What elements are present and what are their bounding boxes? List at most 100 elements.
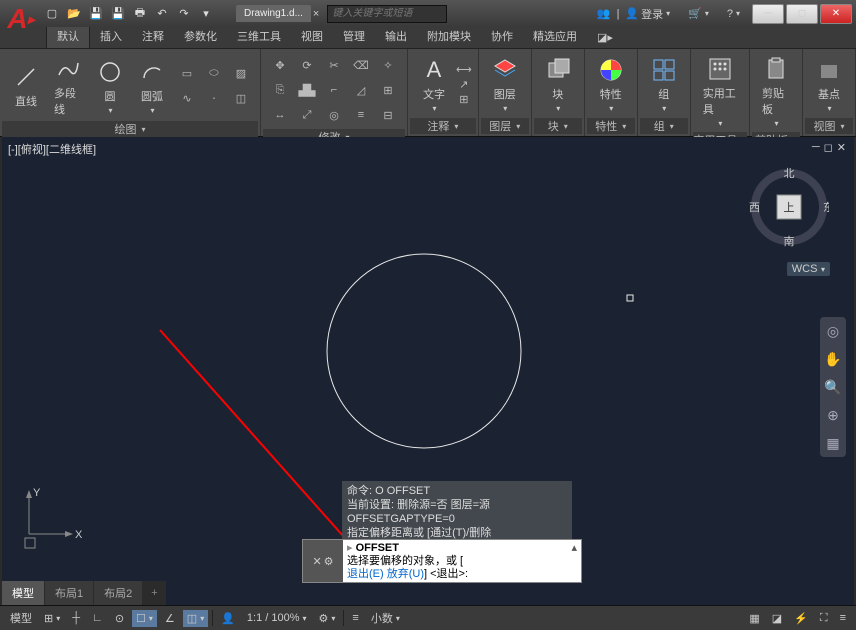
- layout-add-button[interactable]: +: [143, 583, 165, 603]
- grid-icon[interactable]: ⊞ ▾: [40, 610, 64, 627]
- zoom-icon[interactable]: 🔍: [823, 377, 843, 397]
- scale-display[interactable]: 1:1 / 100% ▾: [243, 610, 311, 626]
- utilities-button[interactable]: 实用工具▾: [697, 53, 743, 130]
- doc-tab-close-icon[interactable]: ×: [313, 8, 319, 20]
- quickprops-icon[interactable]: ▦: [745, 610, 763, 627]
- offset-icon[interactable]: ◎: [321, 103, 347, 127]
- fillet-icon[interactable]: ⌐: [321, 78, 347, 102]
- tab-output[interactable]: 输出: [375, 24, 417, 48]
- osnap-icon[interactable]: ☐ ▾: [132, 610, 157, 627]
- tab-collab[interactable]: 协作: [481, 24, 523, 48]
- app-logo[interactable]: A▸: [2, 0, 40, 38]
- new-icon[interactable]: ▢: [42, 4, 62, 24]
- tab-featured[interactable]: 精选应用: [523, 24, 587, 48]
- chamfer-icon[interactable]: ◿: [348, 78, 374, 102]
- ellipse-icon[interactable]: ⬭: [201, 62, 227, 86]
- cmd-option[interactable]: 放弃(U): [384, 568, 424, 580]
- tab-view[interactable]: 视图: [291, 24, 333, 48]
- maximize-button[interactable]: ◻: [786, 4, 818, 24]
- tab-addins[interactable]: 附加模块: [417, 24, 481, 48]
- tab-launcher-icon[interactable]: ◪▸: [587, 27, 623, 48]
- exchange-icon[interactable]: 🛒▾: [682, 5, 715, 22]
- spline-icon[interactable]: ∿: [174, 87, 200, 111]
- gear-icon[interactable]: ⚙ ▾: [315, 610, 340, 627]
- polar-icon[interactable]: ⊙: [111, 610, 128, 627]
- showmotion-icon[interactable]: ▦: [823, 433, 843, 453]
- copy-icon[interactable]: ⎘: [267, 78, 293, 102]
- plot-icon[interactable]: 🖶: [130, 4, 150, 24]
- orbit-icon[interactable]: ⊕: [823, 405, 843, 425]
- break-icon[interactable]: ⊟: [375, 103, 401, 127]
- layout-tab-2[interactable]: 布局2: [94, 581, 142, 605]
- table-icon[interactable]: ⊞: [456, 93, 472, 106]
- clipboard-button[interactable]: 剪贴板▾: [756, 53, 796, 130]
- cmd-expand-icon[interactable]: ▴: [571, 542, 577, 555]
- ortho-icon[interactable]: ∟: [88, 610, 107, 626]
- units-label[interactable]: 小数 ▾: [367, 608, 404, 628]
- text-button[interactable]: A文字▾: [414, 54, 454, 115]
- cmd-handle[interactable]: ✕⚙: [303, 540, 343, 582]
- rotate-icon[interactable]: ⟳: [294, 53, 320, 77]
- saveas-icon[interactable]: 💾: [108, 4, 128, 24]
- leader-icon[interactable]: ↗: [456, 78, 472, 91]
- wheel-icon[interactable]: ◎: [823, 321, 843, 341]
- block-button[interactable]: 块▾: [538, 54, 578, 115]
- array-icon[interactable]: ⊞: [375, 78, 401, 102]
- dim-linear-icon[interactable]: ⟷: [456, 63, 472, 76]
- minimize-button[interactable]: ─: [752, 4, 784, 24]
- cmd-config-icon[interactable]: ⚙: [324, 555, 334, 568]
- layout-tab-model[interactable]: 模型: [2, 581, 44, 605]
- group-button[interactable]: 组▾: [644, 54, 684, 115]
- redo-icon[interactable]: ↷: [174, 4, 194, 24]
- point-icon[interactable]: ⋅: [201, 87, 227, 111]
- erase-icon[interactable]: ⌫: [348, 53, 374, 77]
- polyline-button[interactable]: 多段线: [48, 53, 88, 119]
- cleanscreen-icon[interactable]: ⛶: [816, 610, 832, 627]
- tab-manage[interactable]: 管理: [333, 24, 375, 48]
- properties-button[interactable]: 特性▾: [591, 54, 631, 115]
- otrack-icon[interactable]: ∠: [161, 610, 179, 627]
- hatch-icon[interactable]: ▨: [228, 62, 254, 86]
- open-icon[interactable]: 📂: [64, 4, 84, 24]
- arc-button[interactable]: 圆弧▾: [132, 56, 172, 117]
- hardware-icon[interactable]: ⚡: [790, 610, 812, 627]
- snap-icon[interactable]: ┼: [68, 610, 84, 626]
- region-icon[interactable]: ◫: [228, 87, 254, 111]
- stretch-icon[interactable]: ↔: [267, 103, 293, 127]
- cmd-close-icon[interactable]: ✕: [312, 555, 321, 568]
- document-tab[interactable]: Drawing1.d...: [236, 5, 311, 22]
- command-line[interactable]: ✕⚙ ▸ OFFSET 选择要偏移的对象，或 [ 退出(E) 放弃(U)] <退…: [302, 539, 582, 583]
- isolate-icon[interactable]: ◪: [768, 610, 786, 627]
- customize-icon[interactable]: ≡: [836, 610, 850, 626]
- signin-button[interactable]: 👥|👤 登录 ▾: [591, 4, 676, 24]
- drawing-canvas[interactable]: [-][俯视][二维线框] ─ ◻ ✕ YX 北 南 东 西 上 WCS ▾ ◎…: [2, 137, 854, 605]
- cmd-option[interactable]: 退出(E): [347, 568, 384, 580]
- wcs-badge[interactable]: WCS ▾: [787, 262, 830, 276]
- pan-icon[interactable]: ✋: [823, 349, 843, 369]
- workspace-icon[interactable]: ≡: [348, 610, 362, 626]
- tab-insert[interactable]: 插入: [90, 24, 132, 48]
- save-icon[interactable]: 💾: [86, 4, 106, 24]
- help-icon[interactable]: ?▾: [721, 6, 746, 22]
- explode-icon[interactable]: ✧: [375, 53, 401, 77]
- qat-more-icon[interactable]: ▾: [196, 4, 216, 24]
- align-icon[interactable]: ≡: [348, 103, 374, 127]
- move-icon[interactable]: ✥: [267, 53, 293, 77]
- search-input[interactable]: [327, 5, 447, 23]
- annoscale-icon[interactable]: 👤: [217, 610, 239, 627]
- layout-tab-1[interactable]: 布局1: [45, 581, 93, 605]
- circle-button[interactable]: 圆▾: [90, 56, 130, 117]
- model-toggle[interactable]: 模型: [6, 608, 36, 628]
- mirror-icon[interactable]: ▟▙: [294, 78, 320, 102]
- rect-icon[interactable]: ▭: [174, 62, 200, 86]
- tab-annotate[interactable]: 注释: [132, 24, 174, 48]
- undo-icon[interactable]: ↶: [152, 4, 172, 24]
- baseview-button[interactable]: 基点▾: [809, 54, 849, 115]
- layers-button[interactable]: 图层▾: [485, 54, 525, 115]
- viewcube[interactable]: 北 南 东 西 上: [749, 167, 829, 247]
- line-button[interactable]: 直线: [6, 61, 46, 111]
- scale-icon[interactable]: ⤢: [294, 103, 320, 127]
- tab-3dtools[interactable]: 三维工具: [227, 24, 291, 48]
- tab-parametric[interactable]: 参数化: [174, 24, 227, 48]
- trim-icon[interactable]: ✂: [321, 53, 347, 77]
